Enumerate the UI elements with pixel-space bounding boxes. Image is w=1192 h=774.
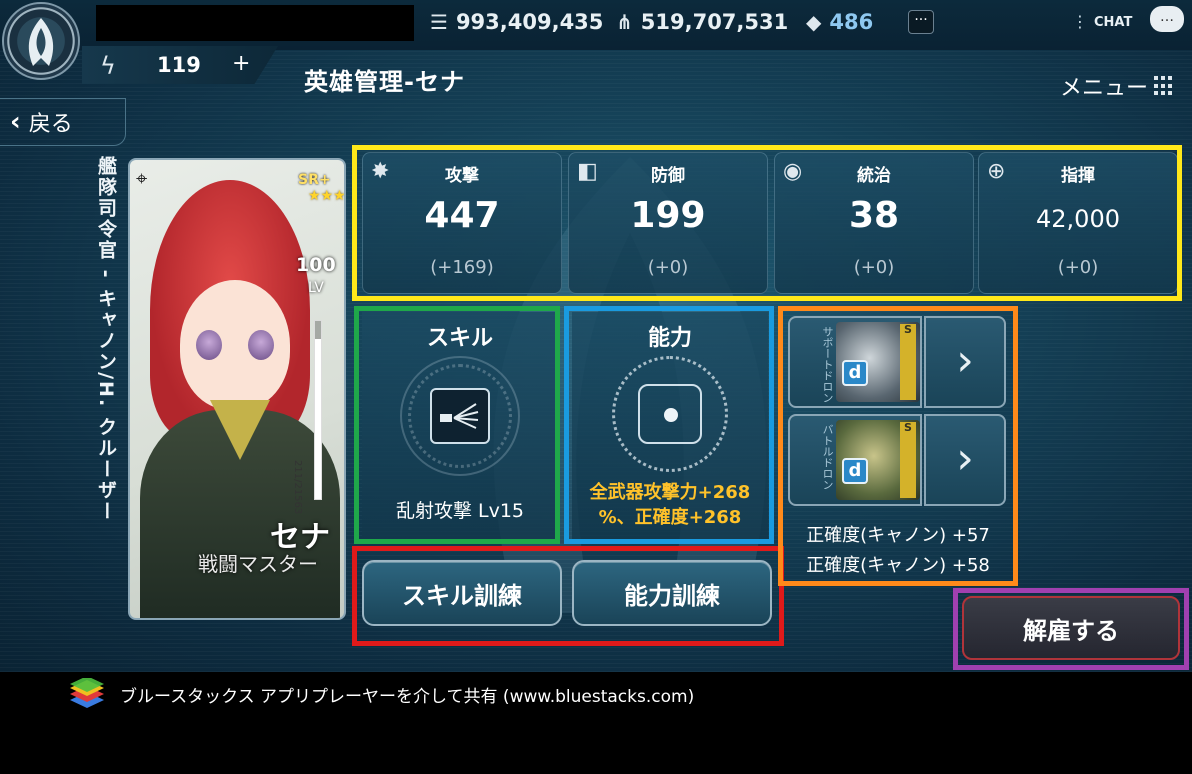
rarity-badge: SR+ (298, 172, 331, 188)
page-title: 英雄管理-セナ (304, 68, 465, 96)
stack-icon: ☰ (430, 10, 448, 34)
bluestacks-logo-icon (70, 678, 104, 708)
chat-bubble-icon[interactable]: … (1150, 6, 1184, 32)
bolt-icon: ϟ (100, 52, 116, 80)
highlight-dismiss (953, 588, 1189, 670)
gem-counter: ◆ 486 (806, 10, 874, 34)
crosshair-icon: ⌖ (136, 166, 148, 190)
kebab-icon[interactable]: ⋮ (1072, 12, 1088, 31)
hero-card[interactable]: ⌖ SR+ ★★★★★ 100 LV 211/21563 セナ 戦闘マスター (128, 158, 346, 620)
grid-icon (1154, 76, 1174, 96)
molecule-icon: ⋔ (616, 10, 633, 34)
share-text: ブルースタックス アプリプレーヤーを介して共有 (www.bluestacks.… (120, 687, 695, 707)
highlight-skill (354, 306, 560, 544)
level-bar (314, 320, 322, 500)
energy-value: 119 (157, 53, 201, 77)
redacted-player-name (96, 5, 414, 41)
hero-title: 戦闘マスター (198, 552, 318, 576)
game-screen: ☰ 993,409,435 ⋔ 519,707,531 ◆ 486 ··· ⋮ … (0, 0, 1192, 672)
hero-class: 艦隊司令官 - キャノン/H. クルーザー (95, 156, 117, 522)
faction-icon (28, 18, 54, 66)
highlight-equipment (778, 306, 1018, 586)
level-bar-fill (315, 338, 321, 499)
resource-1: ☰ 993,409,435 (430, 10, 604, 34)
guild-logo-button[interactable] (2, 2, 80, 80)
add-energy-button[interactable]: + (232, 51, 250, 76)
highlight-stats (352, 145, 1182, 301)
star-rating: ★★★★★ (308, 188, 346, 204)
level-label: LV (308, 280, 324, 296)
back-button[interactable]: ‹ 戻る (0, 98, 126, 146)
hero-exp: 211/21563 (292, 460, 303, 515)
highlight-ability (564, 306, 774, 544)
more-button[interactable]: ··· (908, 10, 934, 34)
chat-label[interactable]: CHAT (1094, 15, 1132, 30)
hero-level: 100 (296, 254, 336, 276)
highlight-buttons (352, 546, 784, 646)
resource-2: ⋔ 519,707,531 (616, 10, 789, 34)
chevron-left-icon: ‹ (10, 107, 21, 137)
menu-button[interactable]: メニュー (1060, 70, 1174, 102)
crystal-icon: ◆ (806, 10, 822, 34)
